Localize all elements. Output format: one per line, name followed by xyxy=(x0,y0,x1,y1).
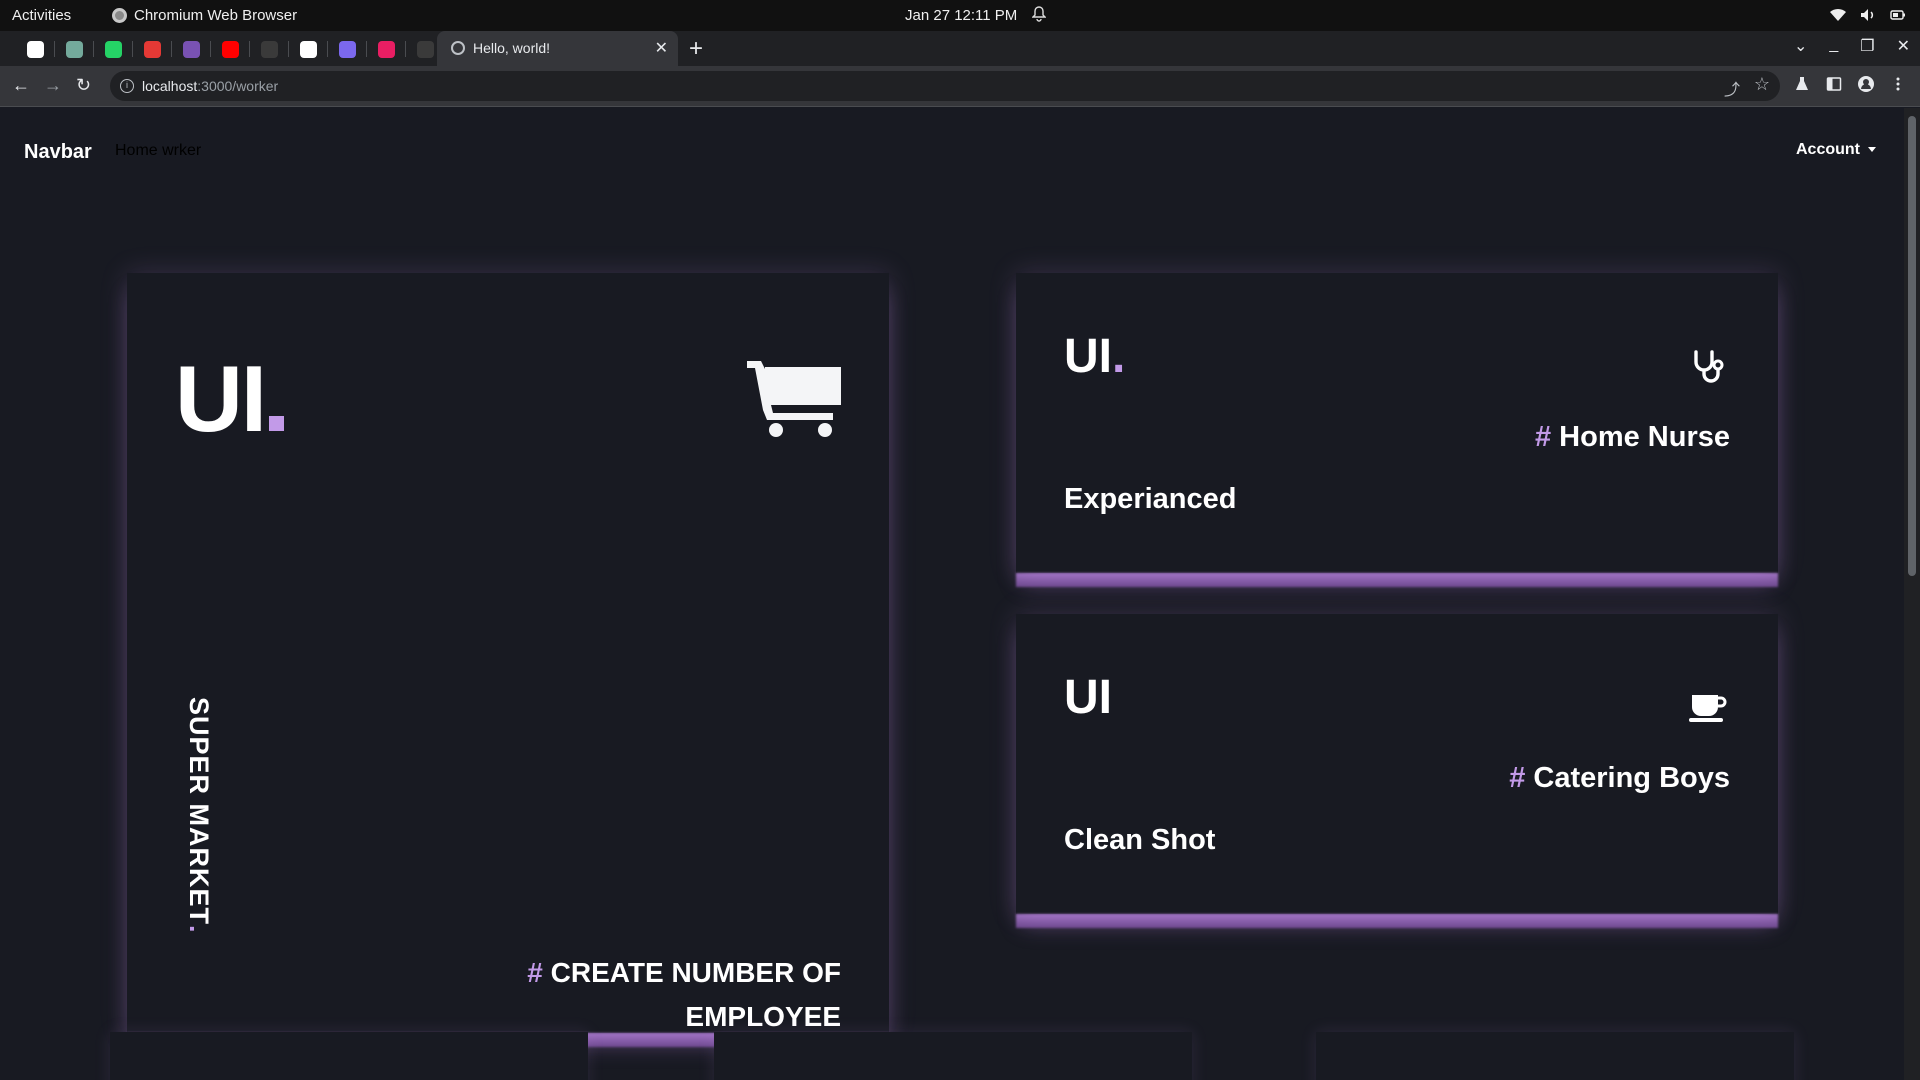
battery-icon xyxy=(1890,8,1906,22)
card-logo: UI xyxy=(175,345,284,453)
card-description: Clean Shot xyxy=(1064,824,1216,856)
pinned-tab[interactable] xyxy=(328,39,367,59)
url-text[interactable]: localhost:3000/worker xyxy=(142,78,278,94)
close-tab-icon[interactable]: ✕ xyxy=(655,38,668,58)
system-tray[interactable] xyxy=(1830,8,1906,22)
supermarket-card[interactable]: UI SUPER MARKET. # CREATE NUMBER OF EMPL… xyxy=(127,273,889,1033)
shield-icon xyxy=(300,40,317,58)
app-menu[interactable]: Chromium Web Browser xyxy=(112,7,297,24)
pinned-tab[interactable] xyxy=(133,39,172,59)
navbar-brand[interactable]: Navbar xyxy=(24,141,92,164)
youtube-icon xyxy=(222,40,239,58)
nav-link-home[interactable]: Home wrker xyxy=(115,142,201,160)
stethoscope-icon xyxy=(1694,350,1724,383)
window-controls: ⌄ _ ❐ ✕ xyxy=(1794,36,1910,56)
account-dropdown[interactable]: Account xyxy=(1796,141,1876,159)
share-icon[interactable]: ⤴ xyxy=(1724,76,1740,100)
page-scrollbar[interactable] xyxy=(1904,108,1920,1080)
globe-icon xyxy=(451,41,465,55)
back-icon[interactable]: ← xyxy=(12,75,30,96)
app-name: Chromium Web Browser xyxy=(134,7,298,24)
tab-title: Hello, world! xyxy=(473,40,551,56)
card-description: Experianced xyxy=(1064,483,1237,515)
logo-square-dot xyxy=(269,416,284,431)
extension-icon[interactable] xyxy=(1794,76,1810,92)
profile-icon[interactable] xyxy=(1858,76,1874,92)
new-tab-button[interactable]: + xyxy=(689,35,703,63)
side-panel-icon[interactable] xyxy=(1826,76,1842,92)
bookmark-star-icon[interactable]: ☆ xyxy=(1754,74,1770,95)
caret-down-icon xyxy=(1868,147,1876,153)
card-tagline: # Catering Boys xyxy=(1509,762,1730,794)
pinned-tab[interactable] xyxy=(211,39,250,59)
chromium-icon xyxy=(112,8,127,23)
bottom-card[interactable] xyxy=(110,1032,588,1080)
wifi-icon xyxy=(1830,8,1846,22)
bottom-card[interactable] xyxy=(1316,1032,1794,1080)
pinned-tab[interactable] xyxy=(55,39,94,59)
toolbar-actions xyxy=(1794,76,1906,92)
pinned-tabs xyxy=(16,39,445,59)
pinned-tab[interactable] xyxy=(367,39,406,59)
card-logo: UI xyxy=(1064,671,1112,724)
tab-strip: Hello, world! ✕ + ⌄ _ ❐ ✕ xyxy=(0,31,1920,66)
forward-icon[interactable]: → xyxy=(44,75,62,96)
menu-icon[interactable] xyxy=(1890,76,1906,92)
clock[interactable]: Jan 27 12:11 PM xyxy=(905,7,1017,24)
card-tagline: # Home Nurse xyxy=(1534,421,1730,453)
pinned-tab[interactable] xyxy=(250,39,289,59)
github-icon xyxy=(27,40,44,58)
address-bar[interactable]: i localhost:3000/worker ⤴ ☆ xyxy=(110,71,1780,101)
site-info-icon[interactable]: i xyxy=(120,79,134,93)
scrollbar-thumb[interactable] xyxy=(1908,116,1916,576)
vertical-category-text: SUPER MARKET. xyxy=(184,697,214,934)
activities-button[interactable]: Activities xyxy=(12,7,71,24)
media-icon xyxy=(378,40,395,58)
reload-icon[interactable]: ↻ xyxy=(76,75,91,96)
coffee-cup-icon xyxy=(1689,695,1727,722)
cursor-icon xyxy=(261,40,278,58)
target-icon xyxy=(144,40,161,58)
bell-icon[interactable] xyxy=(1032,6,1046,22)
cursor-icon xyxy=(417,40,434,58)
pinned-tab[interactable] xyxy=(94,39,133,59)
bootstrap-icon xyxy=(183,40,200,58)
minimize-icon[interactable]: _ xyxy=(1829,36,1838,56)
browser-toolbar: ← → ↻ i localhost:3000/worker ⤴ ☆ xyxy=(0,66,1920,107)
volume-icon xyxy=(1860,8,1876,22)
tab-search-icon[interactable]: ⌄ xyxy=(1794,36,1807,56)
home-nurse-card[interactable]: UI. # Home Nurse Experianced xyxy=(1016,273,1778,573)
ui-icon xyxy=(339,40,356,58)
card-logo: UI. xyxy=(1064,330,1126,383)
pinned-tab[interactable] xyxy=(16,39,55,59)
cart-icon xyxy=(747,361,841,437)
bottom-card[interactable] xyxy=(714,1032,1192,1080)
page-viewport: Navbar Home wrker Account UI SUPER MARKE… xyxy=(0,108,1920,1080)
catering-boys-card[interactable]: UI # Catering Boys Clean Shot xyxy=(1016,614,1778,914)
tab-hello-world[interactable]: Hello, world! ✕ xyxy=(437,31,678,66)
close-window-icon[interactable]: ✕ xyxy=(1897,36,1910,56)
chatgpt-icon xyxy=(66,40,83,58)
pinned-tab[interactable] xyxy=(289,39,328,59)
site-navbar: Navbar Home wrker Account xyxy=(0,108,1904,194)
pinned-tab[interactable] xyxy=(172,39,211,59)
maximize-icon[interactable]: ❐ xyxy=(1860,36,1874,56)
os-top-bar: Activities Chromium Web Browser Jan 27 1… xyxy=(0,0,1920,31)
card-tagline: # CREATE NUMBER OF EMPLOYEE xyxy=(527,957,841,1032)
whatsapp-icon xyxy=(105,40,122,58)
